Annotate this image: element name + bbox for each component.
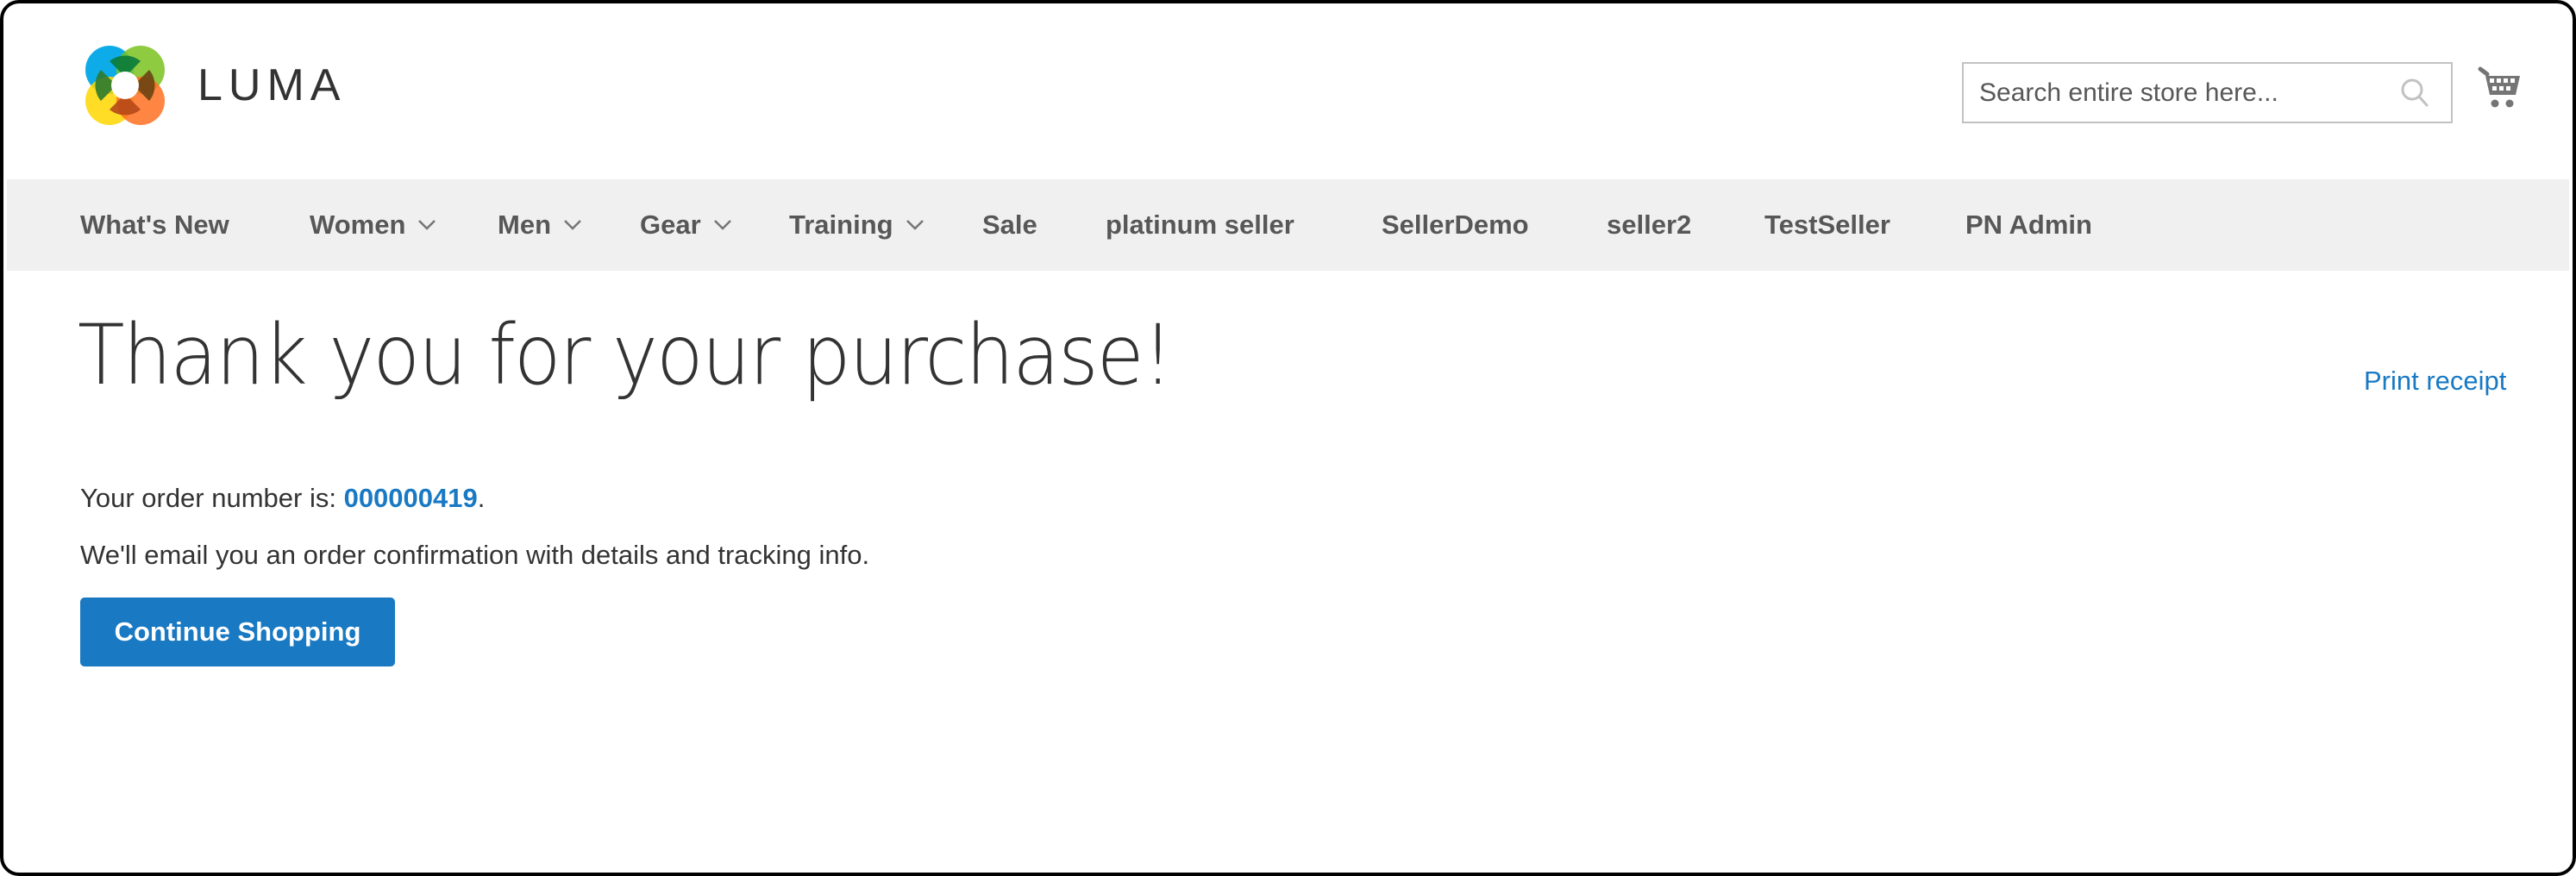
continue-shopping-button[interactable]: Continue Shopping — [80, 598, 395, 666]
nav-item-label: seller2 — [1607, 210, 1692, 240]
logo-text: LUMA — [197, 60, 347, 110]
page-title: Thank you for your purchase! — [78, 307, 1174, 404]
print-receipt-link[interactable]: Print receipt — [2364, 366, 2506, 397]
order-number-link[interactable]: 000000419 — [344, 483, 478, 513]
nav-item-women[interactable]: Women — [310, 179, 436, 271]
chevron-down-icon — [418, 220, 436, 230]
nav-item-men[interactable]: Men — [498, 179, 582, 271]
nav-item-label: platinum seller — [1106, 210, 1294, 240]
chevron-down-icon — [906, 220, 924, 230]
cart-icon[interactable] — [2477, 66, 2523, 110]
nav-item-whats-new[interactable]: What's New — [80, 179, 229, 271]
luma-logo-icon — [85, 46, 165, 125]
nav-item-gear[interactable]: Gear — [640, 179, 732, 271]
order-number-line: Your order number is: 000000419. — [80, 483, 485, 514]
nav-item-label: PN Admin — [1965, 210, 2092, 240]
nav-item-testseller[interactable]: TestSeller — [1764, 179, 1890, 271]
nav-item-label: Women — [310, 210, 406, 240]
nav-item-label: Gear — [640, 210, 701, 240]
email-confirmation-message: We'll email you an order confirmation wi… — [80, 540, 870, 570]
nav-item-label: SellerDemo — [1382, 210, 1529, 240]
nav-item-platinum-seller[interactable]: platinum seller — [1106, 179, 1294, 271]
search-input[interactable] — [1964, 64, 2397, 122]
store-logo[interactable]: LUMA — [82, 42, 346, 128]
order-number-suffix: . — [477, 483, 486, 513]
chevron-down-icon — [564, 220, 581, 230]
nav-item-training[interactable]: Training — [789, 179, 924, 271]
nav-item-sellerdemo[interactable]: SellerDemo — [1382, 179, 1529, 271]
order-number-prefix: Your order number is: — [80, 483, 344, 513]
search-icon[interactable] — [2397, 76, 2432, 110]
nav-item-seller2[interactable]: seller2 — [1607, 179, 1691, 271]
nav-item-label: Training — [789, 210, 893, 240]
main-navigation: What's New Women Men Gear Training Sale … — [7, 179, 2569, 271]
nav-item-label: Men — [498, 210, 551, 240]
nav-item-sale[interactable]: Sale — [982, 179, 1037, 271]
nav-item-label: What's New — [80, 210, 229, 240]
nav-item-pn-admin[interactable]: PN Admin — [1965, 179, 2092, 271]
chevron-down-icon — [713, 220, 731, 230]
nav-item-label: TestSeller — [1764, 210, 1890, 240]
page-frame: LUMA What's New Women — [0, 0, 2576, 876]
search-box — [1962, 62, 2453, 123]
nav-item-label: Sale — [982, 210, 1037, 240]
